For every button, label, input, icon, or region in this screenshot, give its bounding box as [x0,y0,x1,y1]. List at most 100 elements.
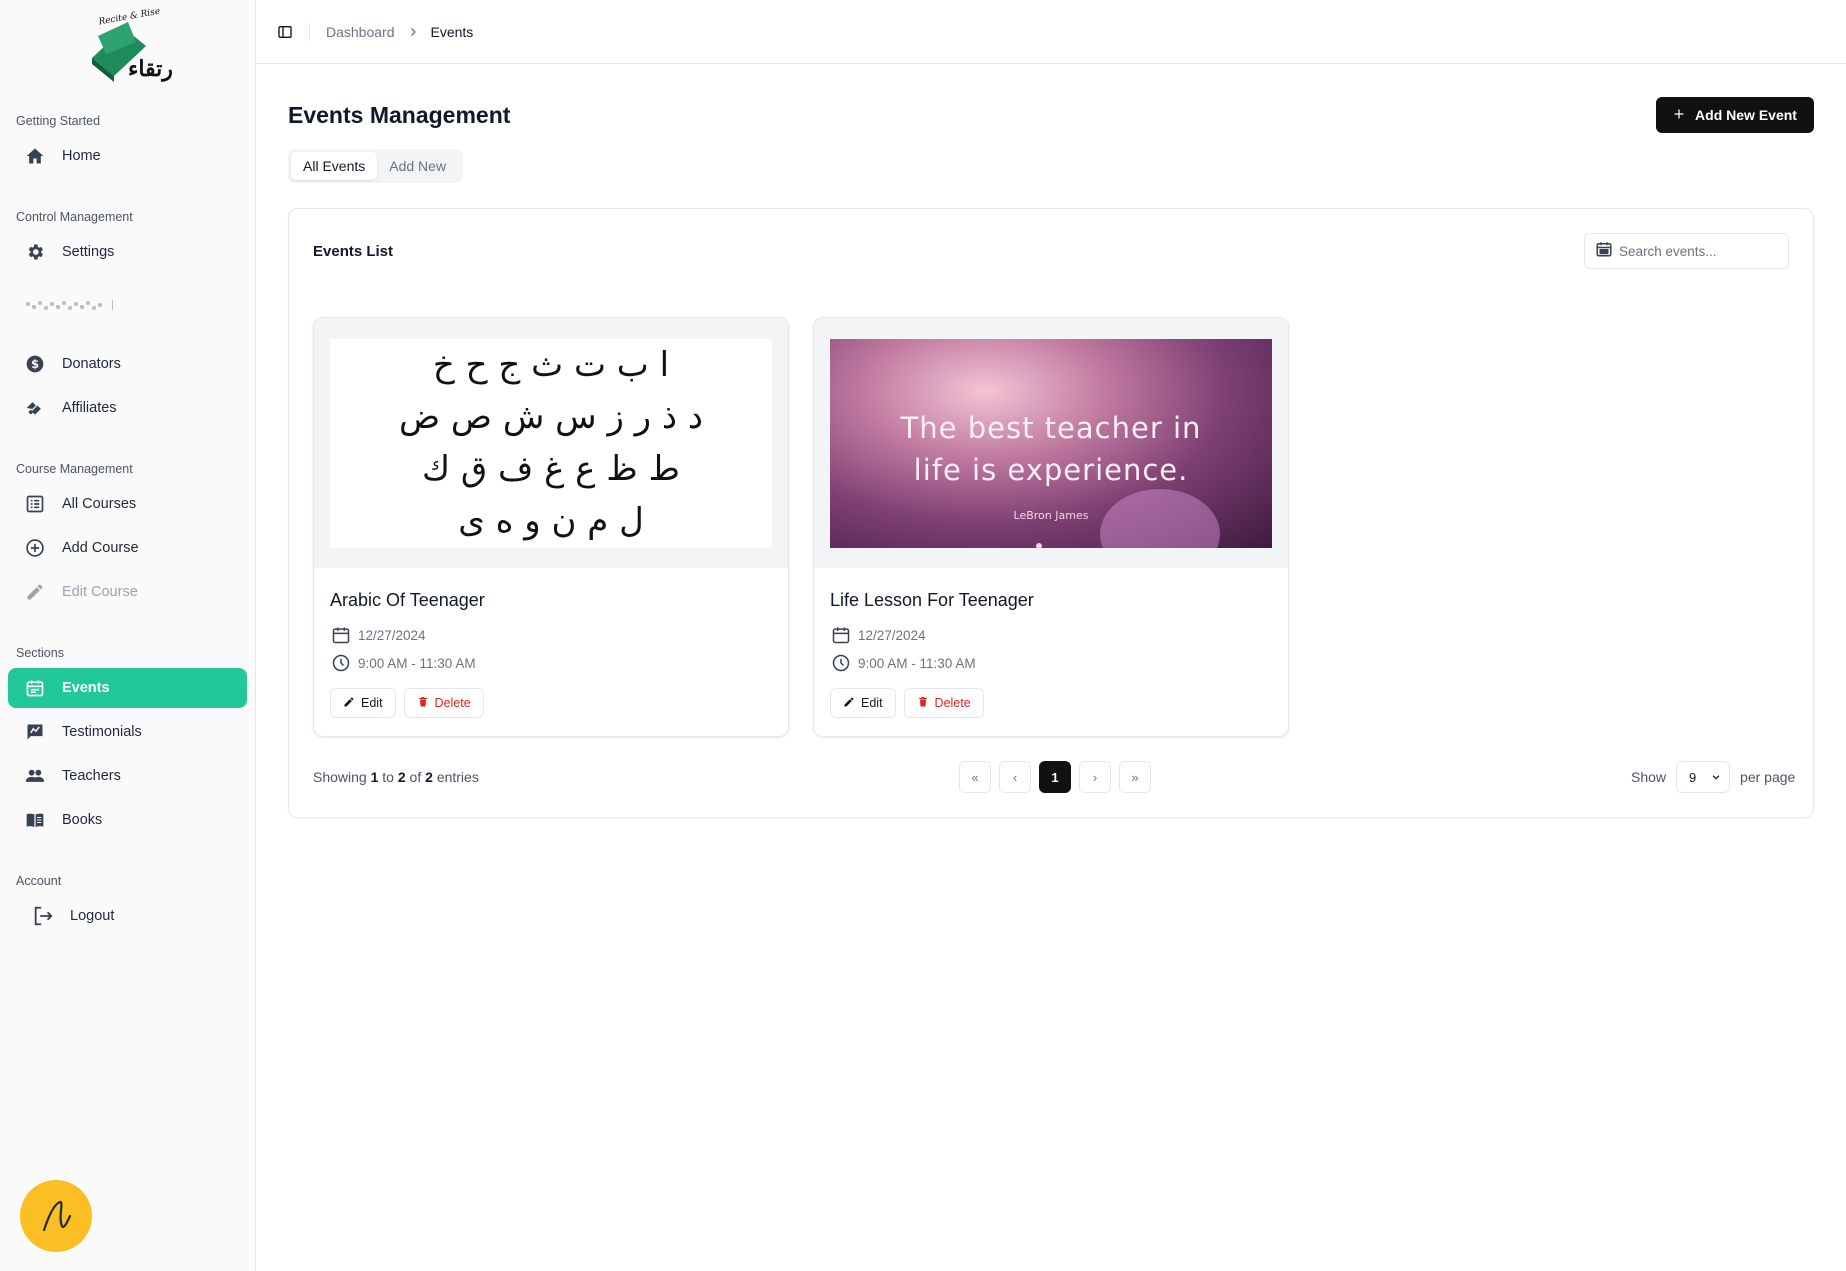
sidebar-item-label: Teachers [62,768,121,784]
sidebar-item-label: Add Course [62,540,139,556]
per-page-select[interactable]: 9 [1676,761,1731,793]
event-title: Arabic Of Teenager [330,590,485,610]
delete-button[interactable]: Delete [403,688,484,718]
page-title: Events Management [288,102,511,128]
show-label: Show [1631,769,1667,785]
list-icon [24,493,46,515]
events-list-title: Events List [313,243,394,260]
plus-circle-icon [24,537,46,559]
quote-image: The best teacher in life is experience. … [830,338,1272,548]
breadcrumb: Dashboard Events [326,24,473,40]
sidebar-item-label: Settings [62,244,115,260]
section-label-getting-started: Getting Started [16,114,101,128]
event-image-container: The best teacher in life is experience. … [814,318,1288,568]
add-new-event-button[interactable]: Add New Event [1656,97,1814,133]
pencil-icon [24,581,46,603]
testimonial-icon [24,721,46,743]
calendar-icon [24,677,46,699]
first-page-button[interactable]: « [959,761,991,793]
section-label-account: Account [16,874,62,888]
book-icon [24,809,46,831]
event-card: ا ب ت ث ج ح خ د ذ ر ز س ش ص ض ط ظ ع غ ف … [313,317,789,737]
section-label-control-management: Control Management [16,210,133,224]
event-time: 9:00 AM - 11:30 AM [830,652,976,674]
sidebar-item-add-course[interactable]: Add Course [8,528,247,568]
search-box [1584,233,1789,269]
delete-button[interactable]: Delete [903,688,984,718]
section-label-course-management: Course Management [16,462,133,476]
sidebar-item-label: Affiliates [62,400,117,416]
chevron-right-icon [407,26,419,38]
event-date: 12/27/2024 [330,624,426,646]
event-card: The best teacher in life is experience. … [813,317,1289,737]
calendar-icon [830,624,852,646]
section-label-sections: Sections [16,646,64,660]
prev-page-button[interactable]: ‹ [999,761,1031,793]
tab-add-new[interactable]: Add New [377,152,458,180]
sidebar-item-logout[interactable]: Logout [8,896,247,936]
add-new-event-label: Add New Event [1695,107,1797,123]
logo: ارتقاء Recite & Rise [84,6,179,92]
calendar-icon [330,624,352,646]
edit-button[interactable]: Edit [330,688,396,718]
sidebar-item-affiliates[interactable]: Affiliates [8,388,247,428]
event-actions: Edit Delete [330,688,484,718]
next-page-button[interactable]: › [1079,761,1111,793]
handshake-icon [24,397,46,419]
breadcrumb-dashboard[interactable]: Dashboard [326,24,395,40]
sidebar-item-label: Books [62,812,103,828]
pagination: « ‹ 1 › » [959,761,1151,793]
sidebar-item-all-courses[interactable]: All Courses [8,484,247,524]
events-panel: Events List ا ب ت ث ج ح خ د ذ ر ز س ش ص … [288,208,1814,818]
event-image-container: ا ب ت ث ج ح خ د ذ ر ز س ش ص ض ط ظ ع غ ف … [314,318,788,568]
sidebar-item-events[interactable]: Events [8,668,247,708]
event-actions: Edit Delete [830,688,984,718]
event-date: 12/27/2024 [830,624,926,646]
trash-icon [917,696,929,711]
arabic-alphabet-image: ا ب ت ث ج ح خ د ذ ر ز س ش ص ض ط ظ ع غ ف … [330,338,772,548]
page-1-button[interactable]: 1 [1039,761,1071,793]
trash-icon [417,696,429,711]
clock-icon [330,652,352,674]
divider [309,22,310,41]
sidebar-item-label: All Courses [62,496,137,512]
last-page-button[interactable]: » [1119,761,1151,793]
sidebar-item-settings[interactable]: Settings [8,232,247,272]
plus-icon [1673,107,1685,123]
sidebar-item-label: Testimonials [62,724,142,740]
breadcrumb-events: Events [430,23,474,40]
avatar[interactable] [20,1180,92,1252]
per-page-control: Show 9 per page [1631,761,1795,793]
sidebar-item-books[interactable]: Books [8,800,247,840]
sidebar-item-teachers[interactable]: Teachers [8,756,247,796]
topbar: Dashboard Events [257,0,1846,64]
tab-all-events[interactable]: All Events [291,152,378,180]
search-input[interactable] [1619,243,1779,259]
pencil-icon [343,696,355,711]
svg-text:ارتقاء: ارتقاء [128,56,174,82]
chevron-down-icon [1711,770,1721,785]
sidebar-item-label: Events [62,680,110,696]
event-title: Life Lesson For Teenager [830,590,1034,610]
calendar-search-icon [1595,240,1613,263]
pencil-icon [843,696,855,711]
users-icon [24,765,46,787]
sidebar-item-label: Edit Course [62,584,138,600]
sidebar-item-label: Home [62,148,101,164]
home-icon [24,145,46,167]
dollar-icon: $ [24,353,46,375]
sidebar-item-edit-course[interactable]: Edit Course [8,572,247,612]
svg-text:$: $ [31,357,39,371]
edit-button[interactable]: Edit [830,688,896,718]
gear-icon [24,241,46,263]
redacted-item [24,296,116,316]
sidebar-toggle-icon[interactable] [273,20,297,44]
sidebar-item-label: Logout [70,908,115,924]
tabs: All Events Add New [288,149,463,183]
sidebar: ارتقاء Recite & Rise Getting Started Hom… [0,0,256,1271]
sidebar-item-home[interactable]: Home [8,136,247,176]
sidebar-item-donators[interactable]: $ Donators [8,344,247,384]
sidebar-item-testimonials[interactable]: Testimonials [8,712,247,752]
sidebar-item-label: Donators [62,356,121,372]
event-time: 9:00 AM - 11:30 AM [330,652,476,674]
